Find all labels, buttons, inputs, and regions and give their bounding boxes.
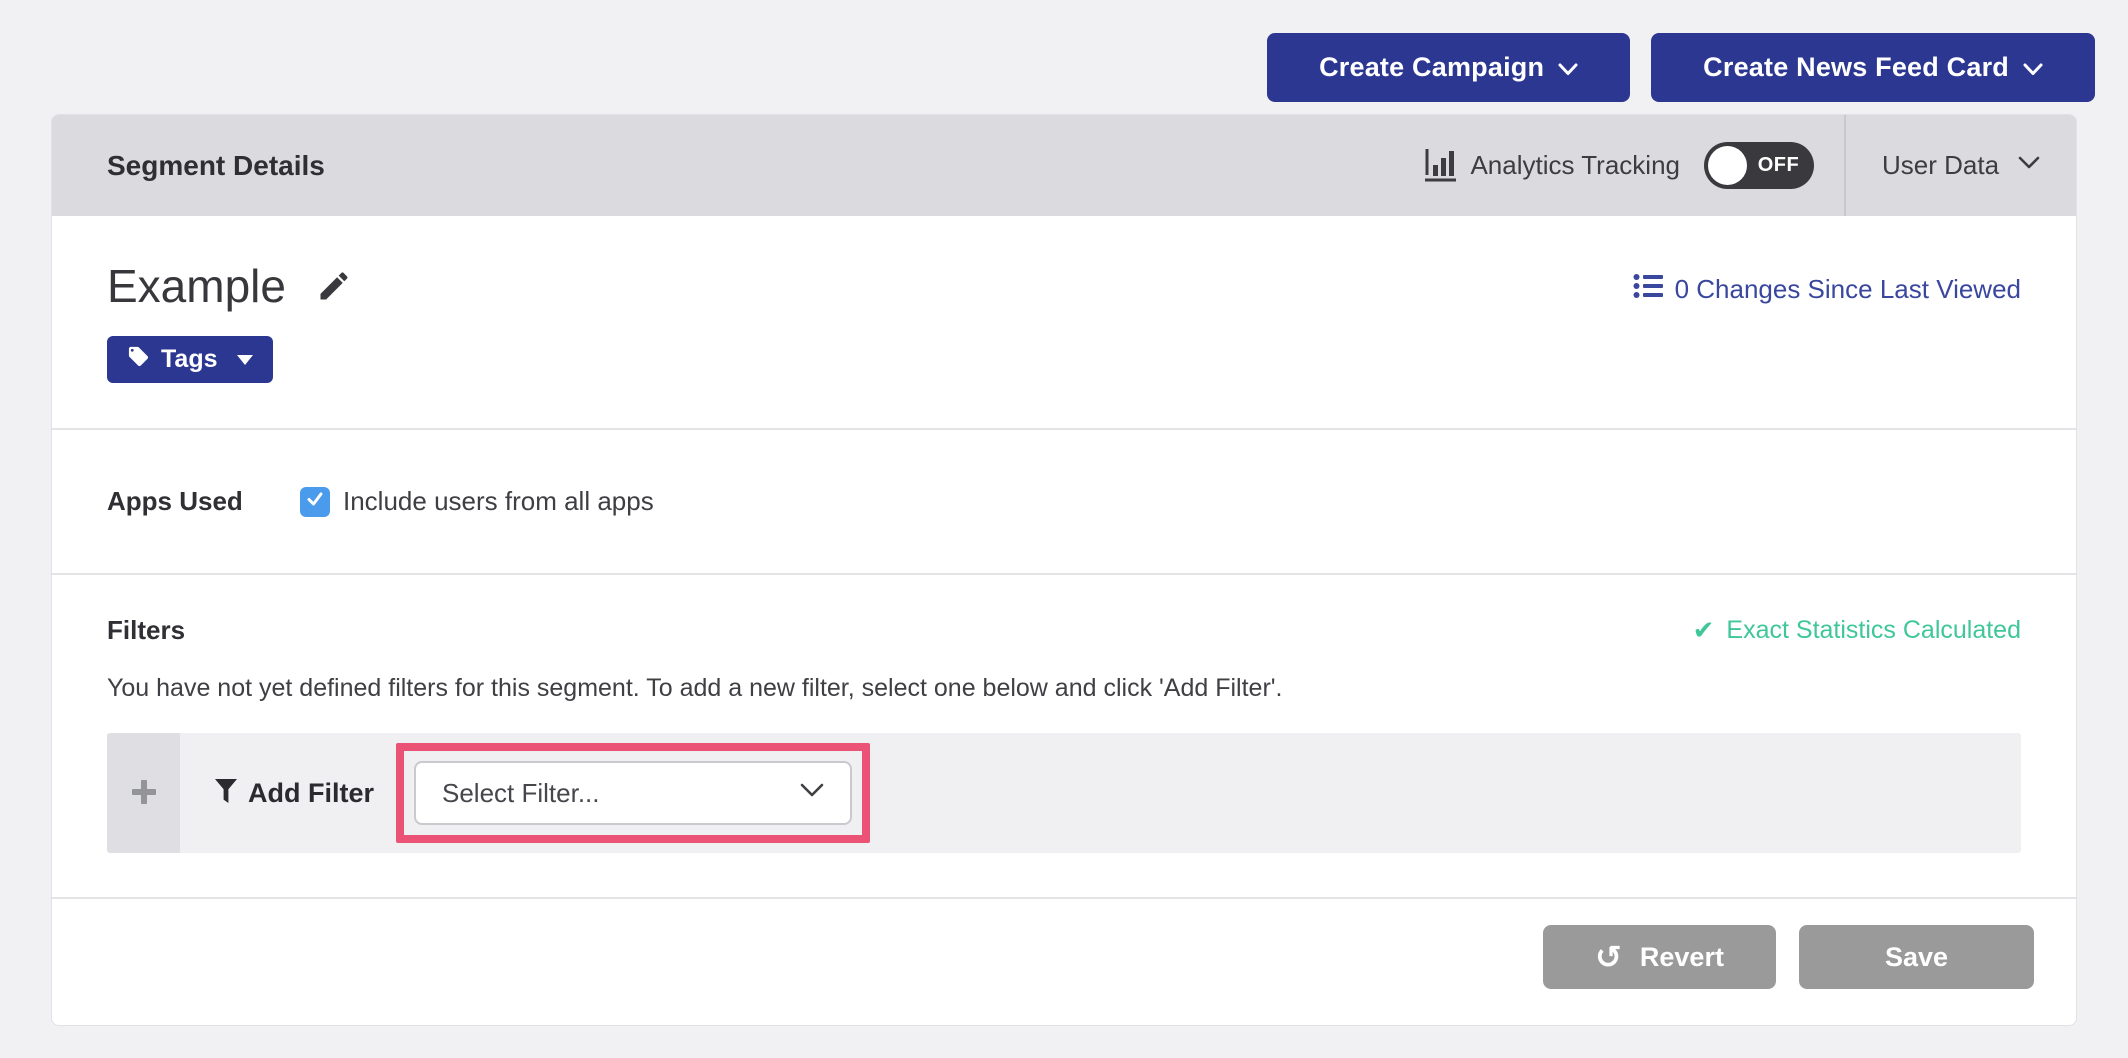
create-news-feed-card-label: Create News Feed Card (1703, 52, 2009, 83)
pencil-icon (316, 292, 352, 307)
list-icon (1633, 273, 1663, 306)
chevron-down-icon (2023, 52, 2043, 83)
include-all-apps-checkbox[interactable] (300, 487, 330, 517)
apps-used-label: Apps Used (107, 486, 300, 517)
create-news-feed-card-button[interactable]: Create News Feed Card (1651, 33, 2095, 102)
plus-icon (129, 777, 159, 810)
exact-statistics-status: ✔ Exact Statistics Calculated (1693, 616, 2021, 645)
bar-chart-icon (1424, 144, 1456, 187)
segment-name: Example (107, 263, 286, 309)
save-button[interactable]: Save (1799, 925, 2034, 989)
toggle-state-label: OFF (1747, 154, 1810, 177)
add-filter-plus-button[interactable] (107, 733, 180, 853)
user-data-label: User Data (1882, 150, 1999, 181)
add-filter-content: Add Filter Select Filter... (180, 733, 870, 853)
filter-select-value: Select Filter... (442, 778, 600, 809)
funnel-icon (214, 778, 238, 809)
changes-link-label: 0 Changes Since Last Viewed (1675, 274, 2021, 305)
card-header: Segment Details Analytics Tracking OFF (52, 115, 2076, 216)
analytics-tracking-group: Analytics Tracking (1424, 144, 1680, 187)
analytics-tracking-toggle[interactable]: OFF (1704, 142, 1814, 189)
apps-used-section: Apps Used Include users from all apps (52, 430, 2076, 573)
save-label: Save (1885, 942, 1948, 973)
revert-button[interactable]: ↺ Revert (1543, 925, 1776, 989)
segment-details-card: Segment Details Analytics Tracking OFF (51, 114, 2077, 1026)
changes-since-last-viewed-link[interactable]: 0 Changes Since Last Viewed (1633, 273, 2021, 306)
toggle-knob (1708, 146, 1747, 185)
check-icon (305, 489, 325, 514)
add-filter-group: Add Filter (214, 778, 374, 809)
tags-button[interactable]: Tags (107, 336, 273, 383)
check-icon: ✔ (1693, 618, 1715, 644)
chevron-down-icon (800, 783, 824, 803)
revert-icon: ↺ (1595, 941, 1622, 973)
exact-statistics-label: Exact Statistics Calculated (1726, 616, 2021, 645)
create-campaign-button[interactable]: Create Campaign (1267, 33, 1630, 102)
add-filter-row: Add Filter Select Filter... (107, 733, 2021, 853)
chevron-down-icon (1558, 52, 1578, 83)
edit-segment-name-button[interactable] (316, 268, 352, 304)
filter-select[interactable]: Select Filter... (414, 761, 852, 825)
filters-section: Filters ✔ Exact Statistics Calculated Yo… (52, 575, 2076, 897)
chevron-down-icon (2018, 156, 2040, 175)
add-filter-label: Add Filter (248, 778, 374, 809)
revert-label: Revert (1640, 942, 1724, 973)
include-all-apps-label: Include users from all apps (343, 486, 654, 517)
top-action-bar: Create Campaign Create News Feed Card (0, 0, 2128, 114)
caret-down-icon (237, 355, 253, 365)
user-data-dropdown[interactable]: User Data (1846, 115, 2076, 216)
filters-empty-message: You have not yet defined filters for thi… (107, 674, 2021, 703)
segment-title-section: Example Tags (52, 216, 2076, 428)
tags-label: Tags (161, 345, 218, 374)
tag-icon (127, 345, 150, 375)
create-campaign-label: Create Campaign (1319, 52, 1544, 83)
annotation-highlight: Select Filter... (396, 743, 870, 843)
card-header-right: Analytics Tracking OFF User Data (1424, 115, 2076, 216)
analytics-tracking-label: Analytics Tracking (1470, 150, 1680, 181)
segment-title-block: Example Tags (107, 263, 352, 383)
page-title: Segment Details (107, 150, 325, 182)
filters-heading: Filters (107, 615, 185, 646)
card-footer: ↺ Revert Save (52, 897, 2076, 1025)
